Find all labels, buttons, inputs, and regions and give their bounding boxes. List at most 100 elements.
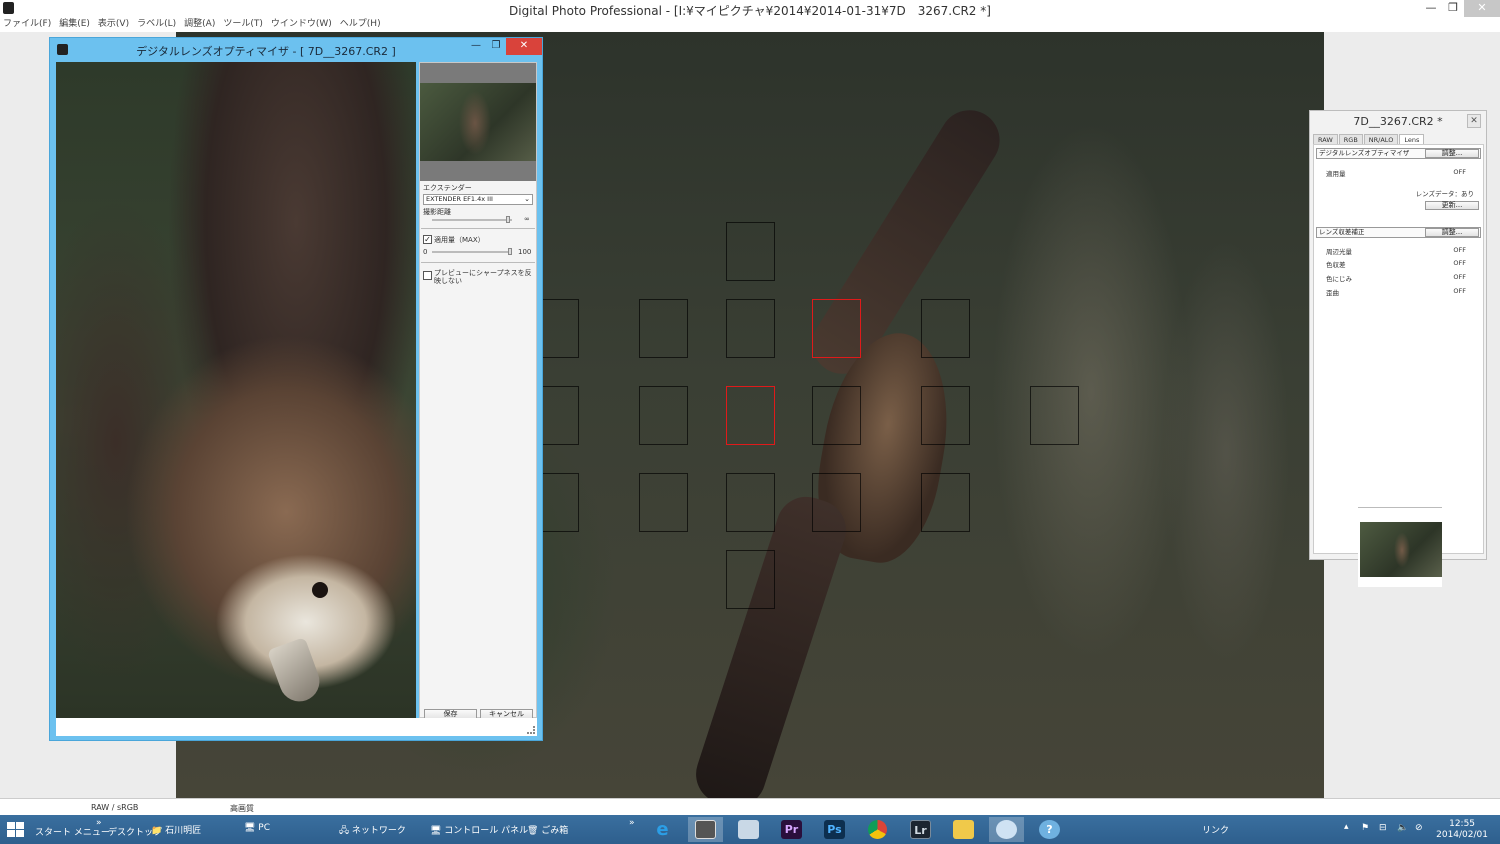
chevron-icon[interactable]: »: [629, 818, 635, 828]
chevron-down-icon: ⌄: [524, 195, 530, 203]
window-controls: — ❐ ✕: [1420, 0, 1500, 17]
dlo-preview-image[interactable]: [56, 62, 416, 718]
palette-close-button[interactable]: ✕: [1467, 114, 1481, 128]
row-label: 周辺光量: [1326, 248, 1352, 256]
dlo-adjust-button[interactable]: 調整...: [1425, 149, 1479, 158]
network-label: ネットワーク: [351, 826, 406, 836]
control-panel-link[interactable]: 🖥 コントロール パネル: [430, 823, 528, 836]
update-button[interactable]: 更新...: [1425, 201, 1479, 210]
af-point: [1030, 386, 1079, 445]
windows-start-icon[interactable]: [7, 822, 24, 838]
menu-help[interactable]: ヘルプ(H): [340, 17, 381, 32]
amount-label: 適用量（MAX）: [434, 236, 485, 244]
minimize-button[interactable]: —: [1420, 0, 1442, 17]
dlo-title-bar[interactable]: デジタルレンズオプティマイザ - [ 7D__3267.CR2 ] — ❐ ✕: [50, 38, 542, 61]
premiere-taskbar-button[interactable]: Pr: [774, 817, 809, 842]
photoshop-taskbar-button[interactable]: Ps: [817, 817, 852, 842]
extender-value: EXTENDER EF1.4x III: [426, 195, 493, 203]
lightroom-icon: Lr: [910, 820, 931, 839]
network-tray-icon[interactable]: ⊟: [1379, 823, 1387, 833]
dlo-title: デジタルレンズオプティマイザ - [ 7D__3267.CR2 ]: [136, 45, 396, 58]
amount-slider[interactable]: [432, 251, 512, 253]
taskbar: スタート メニュー » デスクトップ 📁 石川明匠 🖥 PC 🖧 ネットワーク …: [0, 815, 1500, 844]
peripheral-row: 周辺光量 OFF: [1326, 246, 1466, 256]
distance-max: ∞: [524, 215, 530, 223]
paint-taskbar-button[interactable]: [989, 817, 1024, 842]
row-label: 歪曲: [1326, 289, 1339, 297]
close-button[interactable]: ✕: [1464, 0, 1500, 17]
amount-min: 0: [423, 248, 428, 256]
navigator-thumbnail[interactable]: [420, 63, 536, 181]
aberration-section-label: レンズ収差補正: [1319, 228, 1365, 236]
row-label: 色にじみ: [1326, 275, 1352, 283]
explorer-taskbar-button[interactable]: [946, 817, 981, 842]
menu-view[interactable]: 表示(V): [98, 17, 129, 32]
no-entry-icon[interactable]: ⊘: [1415, 823, 1423, 833]
user-folder-link[interactable]: 📁 石川明匠: [151, 823, 201, 836]
sharpness-checkbox[interactable]: [423, 271, 432, 280]
resize-grip-icon[interactable]: [527, 726, 535, 734]
menu-tools[interactable]: ツール(T): [223, 17, 263, 32]
af-point-active: [726, 386, 775, 445]
dlo-maximize-button[interactable]: ❐: [486, 38, 506, 55]
af-point-active: [812, 299, 861, 358]
divider: [421, 262, 535, 263]
recycle-bin-link[interactable]: 🗑 ごみ箱: [527, 823, 568, 836]
dlo-minimize-button[interactable]: —: [466, 38, 486, 55]
amount-checkbox[interactable]: ✓: [423, 235, 432, 244]
distance-slider-thumb[interactable]: [506, 216, 510, 223]
palette-content: デジタルレンズオプティマイザ 調整... 適用量 OFF レンズデータ：あり 更…: [1313, 144, 1484, 587]
volume-icon[interactable]: 🔈: [1397, 823, 1408, 833]
lightroom-taskbar-button[interactable]: Lr: [903, 817, 938, 842]
ie-icon: e: [656, 819, 669, 840]
af-point: [921, 299, 970, 358]
status-bar: RAW / sRGB 高画質: [0, 798, 1500, 815]
dlo-section: デジタルレンズオプティマイザ 調整...: [1316, 148, 1481, 159]
network-link[interactable]: 🖧 ネットワーク: [339, 823, 406, 839]
chromatic-row: 色収差 OFF: [1326, 259, 1466, 269]
lens-data-status: レンズデータ：あり: [1415, 190, 1474, 198]
flag-icon[interactable]: ⚑: [1361, 823, 1369, 833]
af-point: [921, 473, 970, 532]
amount-row: 適用量 OFF: [1326, 168, 1466, 178]
aberration-adjust-button[interactable]: 調整...: [1425, 228, 1479, 237]
control-panel-label: コントロール パネル: [444, 826, 529, 836]
distortion-row: 歪曲 OFF: [1326, 287, 1466, 297]
amount-slider-thumb[interactable]: [508, 248, 512, 255]
maximize-button[interactable]: ❐: [1442, 0, 1464, 17]
app-taskbar-button[interactable]: [731, 817, 766, 842]
chevron-up-icon[interactable]: ▴: [1344, 822, 1349, 832]
extender-select[interactable]: EXTENDER EF1.4x III ⌄: [423, 194, 533, 205]
divider: [421, 228, 535, 229]
image-viewer-icon: [738, 820, 759, 839]
menu-edit[interactable]: 編集(E): [59, 17, 90, 32]
help-taskbar-button[interactable]: ?: [1032, 817, 1067, 842]
menu-window[interactable]: ウインドウ(W): [271, 17, 332, 32]
af-point: [639, 386, 688, 445]
palette-thumbnail[interactable]: [1360, 522, 1442, 577]
dlo-status-area: [56, 718, 537, 736]
chrome-taskbar-button[interactable]: [860, 817, 895, 842]
ie-taskbar-button[interactable]: e: [645, 817, 680, 842]
system-clock[interactable]: 12:55 2014/02/01: [1436, 819, 1488, 841]
color-blur-row: 色にじみ OFF: [1326, 273, 1466, 283]
af-point: [812, 386, 861, 445]
bird-eye: [312, 582, 328, 598]
row-value: OFF: [1453, 246, 1466, 254]
bird-wing: [688, 489, 854, 815]
row-label: 色収差: [1326, 261, 1346, 269]
dlo-close-button[interactable]: ✕: [506, 38, 542, 55]
chevron-icon[interactable]: »: [96, 818, 102, 828]
menu-file[interactable]: ファイル(F): [3, 17, 51, 32]
menu-adjust[interactable]: 調整(A): [184, 17, 215, 32]
question-icon: ?: [1039, 820, 1060, 839]
row-value: OFF: [1453, 287, 1466, 295]
pc-link[interactable]: 🖥 PC: [244, 823, 270, 833]
clock-date: 2014/02/01: [1436, 830, 1488, 840]
dpp-taskbar-button[interactable]: [688, 817, 723, 842]
dlo-side-panel: エクステンダー EXTENDER EF1.4x III ⌄ 撮影距離 ∞ ✓ 適…: [419, 62, 537, 720]
menu-label[interactable]: ラベル(L): [137, 17, 176, 32]
amount-row-label: 適用量: [1326, 170, 1346, 178]
links-toolbar[interactable]: リンク: [1202, 823, 1229, 836]
distance-slider[interactable]: [432, 219, 512, 221]
